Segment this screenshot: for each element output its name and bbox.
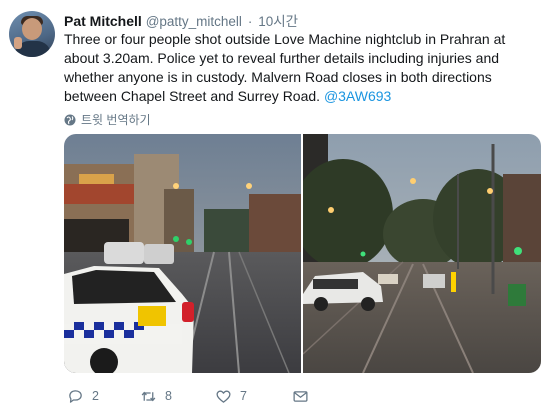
retweet-count: 8 bbox=[165, 389, 172, 403]
like-button[interactable]: 7 bbox=[215, 388, 292, 405]
translate-label: 트윗 번역하기 bbox=[81, 113, 151, 127]
tweet-timestamp[interactable]: 10시간 bbox=[258, 14, 298, 29]
retweet-button[interactable]: 8 bbox=[140, 388, 215, 405]
reply-icon bbox=[69, 389, 82, 403]
message-icon bbox=[293, 390, 308, 402]
separator-dot: · bbox=[247, 14, 253, 29]
tweet-header: Pat Mitchell @patty_mitchell · 10시간 bbox=[64, 10, 298, 29]
media-grid bbox=[64, 134, 541, 373]
author-handle[interactable]: @patty_mitchell bbox=[146, 14, 242, 29]
reply-button[interactable]: 2 bbox=[67, 388, 140, 405]
like-count: 7 bbox=[240, 389, 247, 403]
photo-right[interactable] bbox=[303, 134, 541, 373]
retweet-icon bbox=[141, 391, 156, 401]
author-name[interactable]: Pat Mitchell bbox=[64, 13, 142, 29]
avatar-face bbox=[22, 18, 42, 40]
globe-icon bbox=[64, 114, 76, 125]
avatar-thumb bbox=[14, 37, 22, 49]
tweet-body: Three or four people shot outside Love M… bbox=[64, 31, 506, 104]
message-button[interactable] bbox=[292, 388, 322, 405]
street-photo-police-car bbox=[64, 134, 301, 373]
translate-link[interactable]: 트윗 번역하기 bbox=[64, 111, 151, 128]
tweet-actions: 2 8 7 bbox=[67, 385, 322, 407]
tweet-text: Three or four people shot outside Love M… bbox=[64, 30, 542, 106]
street-photo-road-closed bbox=[303, 134, 541, 373]
avatar[interactable] bbox=[9, 11, 55, 57]
like-icon bbox=[216, 390, 231, 403]
photo-left[interactable] bbox=[64, 134, 301, 373]
reply-count: 2 bbox=[92, 389, 99, 403]
mention-link[interactable]: @3AW693 bbox=[324, 88, 391, 104]
